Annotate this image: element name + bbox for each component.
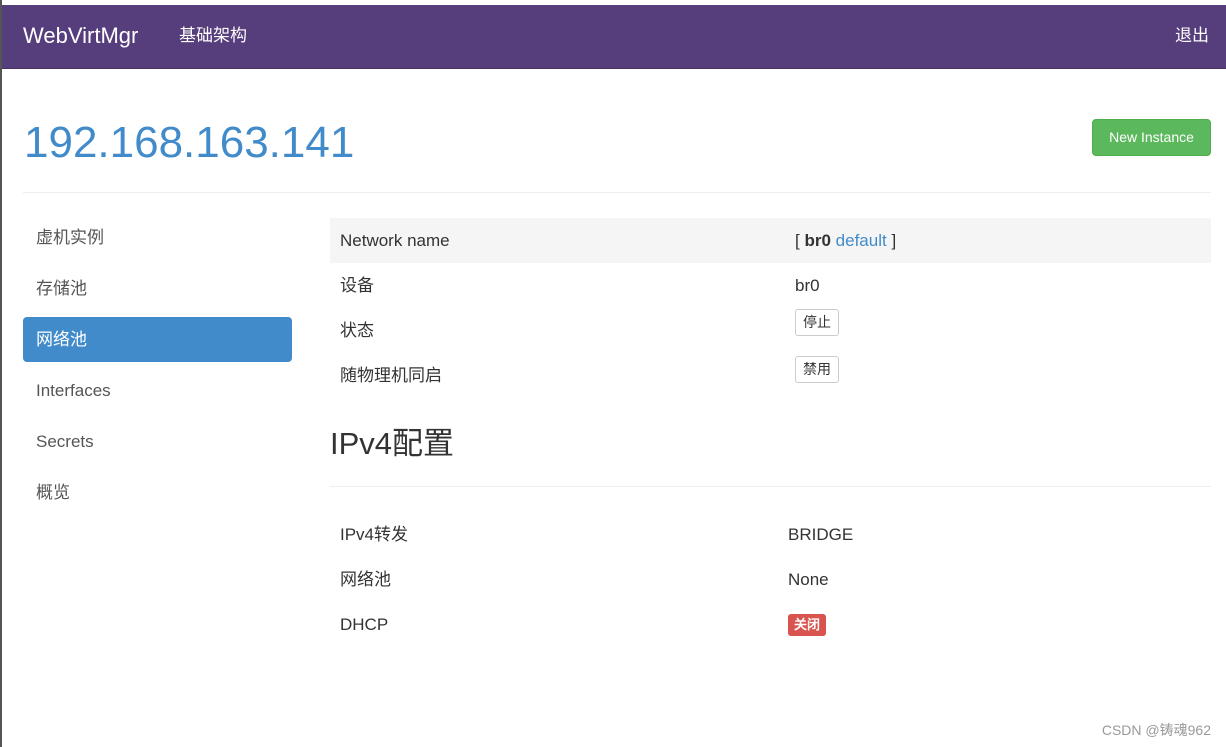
network-link-default[interactable]: default — [836, 231, 887, 250]
page: WebVirtMgr 基础架构 退出 192.168.163.141 New I… — [0, 0, 1226, 747]
table-row: DHCP 关闭 — [330, 602, 1211, 647]
sidebar-item-secrets[interactable]: Secrets — [23, 419, 292, 464]
brand-link[interactable]: WebVirtMgr — [23, 22, 138, 50]
sidebar: 虚机实例 存储池 网络池 Interfaces Secrets 概览 — [23, 215, 292, 521]
sidebar-item-instances[interactable]: 虚机实例 — [23, 215, 292, 260]
sidebar-item-overview[interactable]: 概览 — [23, 470, 292, 515]
device-label: 设备 — [340, 276, 374, 295]
table-row: 网络池 None — [330, 557, 1211, 602]
logout-link[interactable]: 退出 — [1175, 25, 1209, 47]
page-title: 192.168.163.141 — [24, 118, 355, 167]
table-row: IPv4转发 BRIDGE — [330, 512, 1211, 557]
table-row: 状态 停止 — [330, 308, 1211, 353]
network-info-table: Network name [ br0 default ] 设备 br0 状态 停… — [330, 218, 1211, 398]
dhcp-label: DHCP — [340, 615, 389, 634]
ipv4-forward-label: IPv4转发 — [340, 525, 409, 544]
ipv4-section-title: IPv4配置 — [330, 426, 455, 461]
stop-button[interactable]: 停止 — [795, 309, 839, 336]
network-name-value: [ br0 default ] — [795, 218, 896, 263]
ipv4-pool-value: None — [788, 570, 829, 589]
top-navbar: WebVirtMgr 基础架构 退出 — [2, 5, 1226, 69]
table-row: 随物理机同启 禁用 — [330, 353, 1211, 398]
bracket-close: ] — [891, 231, 897, 250]
divider — [330, 486, 1211, 487]
autostart-label: 随物理机同启 — [340, 366, 442, 385]
sidebar-item-storage[interactable]: 存储池 — [23, 266, 292, 311]
ipv4-forward-value: BRIDGE — [788, 525, 854, 544]
network-name-label: Network name — [340, 231, 450, 250]
dhcp-status-badge: 关闭 — [788, 614, 827, 636]
new-instance-button[interactable]: New Instance — [1092, 119, 1211, 156]
state-label: 状态 — [340, 321, 374, 340]
ipv4-table: IPv4转发 BRIDGE 网络池 None DHCP 关闭 — [330, 512, 1211, 647]
current-network-name: br0 — [804, 231, 831, 250]
table-row: 设备 br0 — [330, 263, 1211, 308]
window-frame-edge — [0, 0, 2, 747]
ipv4-pool-label: 网络池 — [340, 570, 391, 589]
nav-infrastructure-link[interactable]: 基础架构 — [179, 25, 247, 47]
divider — [23, 192, 1211, 193]
device-value: br0 — [795, 276, 820, 295]
sidebar-item-interfaces[interactable]: Interfaces — [23, 368, 292, 413]
sidebar-item-networks[interactable]: 网络池 — [23, 317, 292, 362]
table-row: Network name [ br0 default ] — [330, 218, 1211, 263]
bracket-open: [ — [795, 231, 800, 250]
disable-autostart-button[interactable]: 禁用 — [795, 356, 839, 383]
watermark: CSDN @铸魂962 — [1101, 722, 1211, 738]
